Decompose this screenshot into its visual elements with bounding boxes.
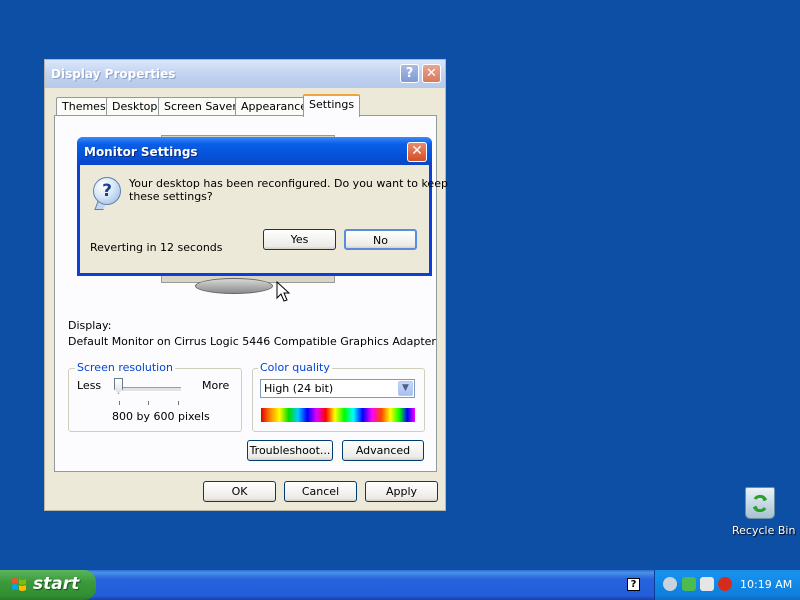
dialog-message-line1: Your desktop has been reconfigured. Do y… [129, 177, 448, 190]
resolution-slider-track[interactable] [117, 387, 181, 392]
mouse-cursor-icon [276, 281, 290, 302]
color-quality-select[interactable]: High (24 bit) ▼ [260, 379, 415, 398]
display-properties-window: Display Properties ? ✕ Themes Desktop Sc… [44, 59, 446, 511]
reverting-countdown: Reverting in 12 seconds [90, 241, 223, 254]
slider-tick [119, 401, 120, 405]
color-quality-group [252, 368, 425, 432]
question-icon: ? [93, 177, 121, 205]
color-quality-group-title: Color quality [258, 361, 332, 374]
monitor-settings-dialog: Monitor Settings ✕ ? Your desktop has be… [77, 137, 448, 276]
color-quality-value: High (24 bit) [264, 382, 334, 395]
yes-button[interactable]: Yes [263, 229, 336, 250]
help-tray-icon[interactable]: ? [627, 578, 640, 591]
tab-settings[interactable]: Settings [303, 94, 361, 117]
apply-button[interactable]: Apply [365, 481, 438, 502]
monitor-stand [195, 278, 273, 294]
chevron-down-icon[interactable]: ▼ [398, 381, 413, 396]
more-label: More [202, 379, 230, 392]
display-value: Default Monitor on Cirrus Logic 5446 Com… [68, 335, 436, 348]
tab-appearance[interactable]: Appearance [235, 97, 314, 116]
color-spectrum-bar [261, 408, 415, 422]
recycle-bin-label[interactable]: Recycle Bin [732, 524, 795, 537]
resolution-value: 800 by 600 pixels [112, 410, 210, 423]
network-icon[interactable] [682, 577, 696, 591]
security-alert-icon[interactable] [700, 577, 714, 591]
window-title: Display Properties [51, 67, 176, 81]
speaker-icon[interactable] [663, 577, 677, 591]
recycle-bin-icon[interactable] [745, 487, 775, 519]
window-close-button[interactable]: ✕ [422, 64, 441, 83]
tab-desktop[interactable]: Desktop [106, 97, 164, 116]
tab-screen-saver[interactable]: Screen Saver [158, 97, 243, 116]
dialog-body: ? Your desktop has been reconfigured. Do… [80, 165, 448, 273]
less-label: Less [77, 379, 102, 392]
display-label: Display: [68, 319, 112, 332]
dialog-close-button[interactable]: ✕ [407, 142, 427, 162]
windows-logo-icon [12, 578, 26, 591]
dialog-title: Monitor Settings [84, 145, 198, 159]
troubleshoot-button[interactable]: Troubleshoot... [247, 440, 333, 461]
start-label[interactable]: start [33, 574, 79, 594]
dialog-message-line2: these settings? [129, 190, 213, 203]
ok-button[interactable]: OK [203, 481, 276, 502]
help-button[interactable]: ? [400, 64, 419, 83]
screen-resolution-group-title: Screen resolution [75, 361, 175, 374]
tab-themes[interactable]: Themes [56, 97, 112, 116]
advanced-button[interactable]: Advanced [342, 440, 424, 461]
clock[interactable]: 10:19 AM [740, 578, 792, 591]
slider-tick [148, 401, 149, 405]
shield-icon[interactable] [718, 577, 732, 591]
slider-tick [178, 401, 179, 405]
cancel-button[interactable]: Cancel [284, 481, 357, 502]
no-button[interactable]: No [344, 229, 417, 250]
